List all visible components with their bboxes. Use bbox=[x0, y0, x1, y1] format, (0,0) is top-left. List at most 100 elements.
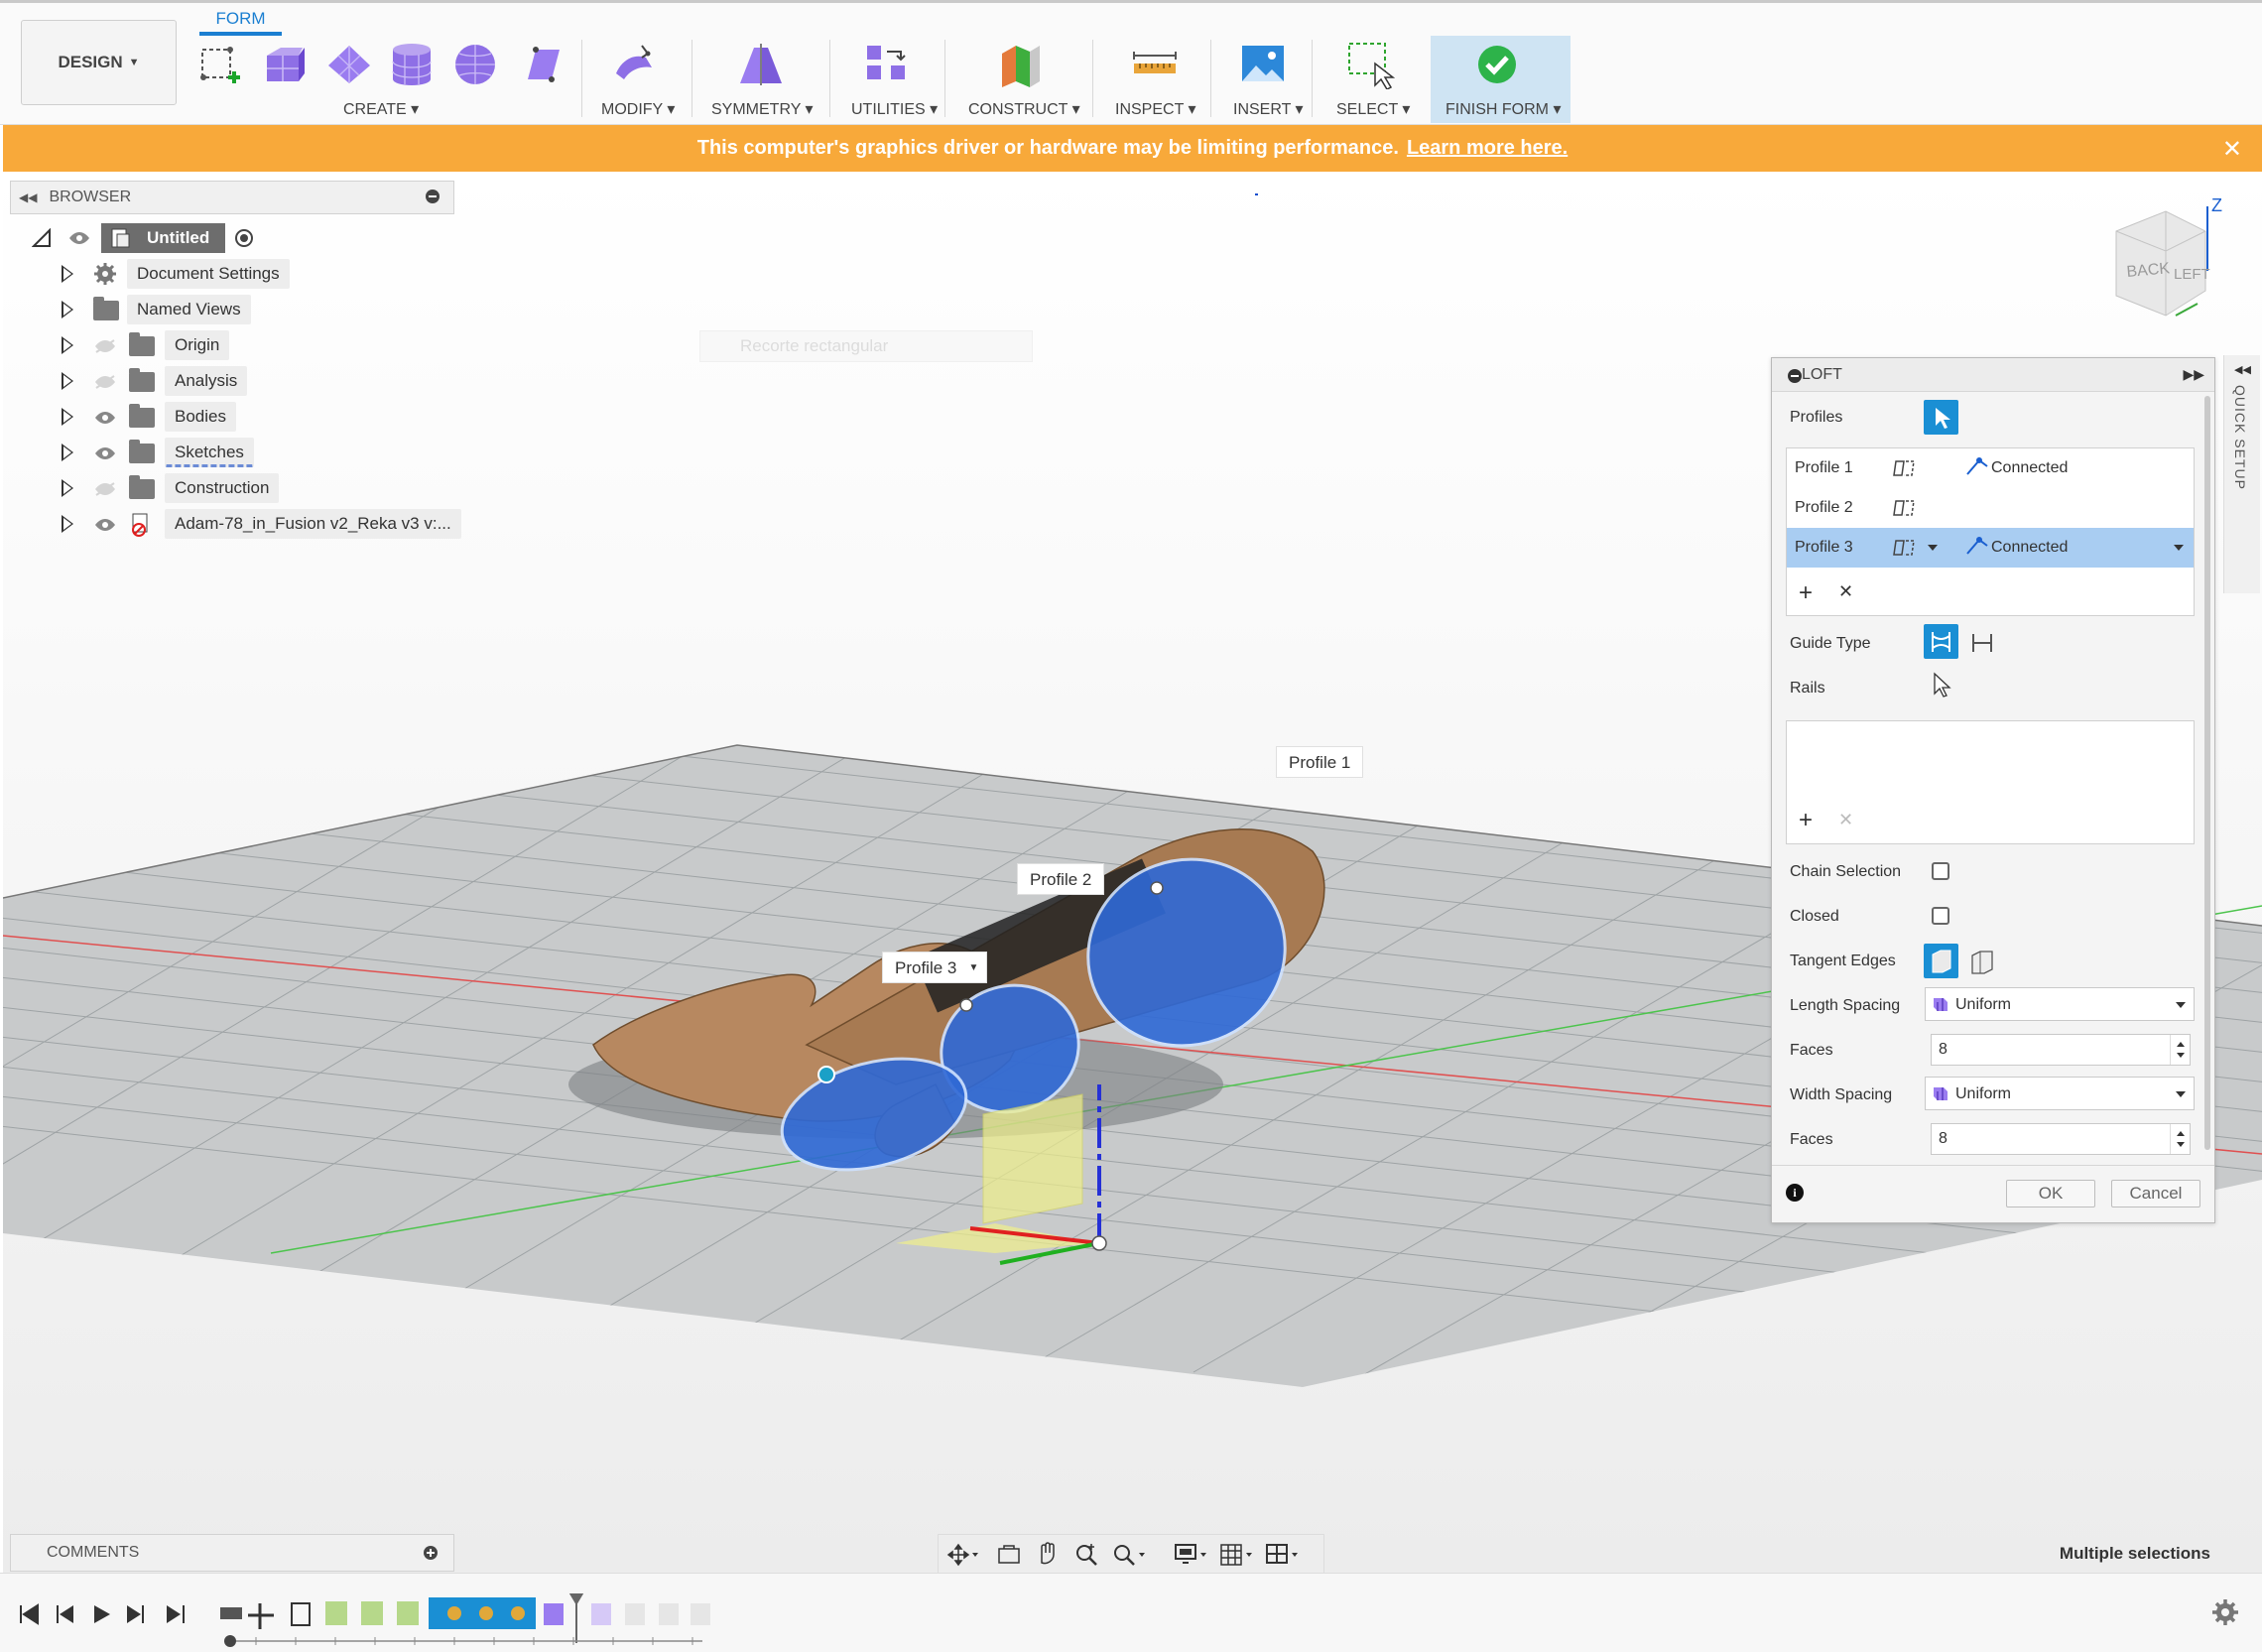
profile-2-label[interactable]: Profile 2 bbox=[1017, 863, 1105, 895]
plane-icon[interactable] bbox=[324, 40, 374, 89]
create-box-icon[interactable] bbox=[194, 40, 244, 89]
loft-scrollbar[interactable] bbox=[2204, 396, 2210, 1150]
go-to-start-icon[interactable] bbox=[18, 1603, 40, 1625]
display-settings-icon[interactable] bbox=[1173, 1541, 1210, 1569]
expand-arrow-icon[interactable] bbox=[62, 515, 73, 533]
eye-hidden-icon[interactable] bbox=[93, 374, 117, 390]
cylinder-icon[interactable] bbox=[387, 40, 437, 89]
add-comment-icon[interactable] bbox=[424, 1546, 438, 1560]
info-icon[interactable]: i bbox=[1786, 1184, 1804, 1202]
profiles-select-button[interactable] bbox=[1924, 400, 1958, 435]
step-back-icon[interactable] bbox=[54, 1603, 75, 1625]
ok-button[interactable]: OK bbox=[2006, 1180, 2095, 1207]
expand-arrow-icon[interactable] bbox=[62, 408, 73, 426]
eye-icon[interactable] bbox=[67, 230, 91, 246]
window-select-icon[interactable] bbox=[1345, 40, 1395, 89]
timeline-features[interactable] bbox=[216, 1593, 712, 1651]
quick-setup-tab[interactable]: ◀◀ QUICK SETUP bbox=[2223, 355, 2260, 593]
inspect-menu[interactable]: INSPECT ▾ bbox=[1115, 99, 1196, 119]
profile-row[interactable]: Profile 1 Connected bbox=[1787, 448, 2194, 488]
profile-endcondition-icon[interactable] bbox=[1892, 457, 1918, 479]
chain-selection-checkbox[interactable] bbox=[1932, 862, 1949, 880]
quadball-icon[interactable] bbox=[518, 40, 567, 89]
loft-dialog-header[interactable]: LOFT ▶▶ bbox=[1772, 358, 2214, 392]
step-forward-icon[interactable] bbox=[125, 1603, 147, 1625]
centerline-icon[interactable] bbox=[1968, 630, 1996, 656]
cancel-button[interactable]: Cancel bbox=[2111, 1180, 2200, 1207]
construct-icon[interactable] bbox=[996, 40, 1046, 89]
play-icon[interactable] bbox=[91, 1603, 113, 1625]
modify-menu[interactable]: MODIFY ▾ bbox=[601, 99, 675, 119]
profile-3-label[interactable]: Profile 3 ▼ bbox=[882, 952, 988, 983]
box-icon[interactable] bbox=[261, 40, 311, 89]
faces-width-input[interactable]: 8 bbox=[1931, 1123, 2191, 1155]
expand-arrow-icon[interactable] bbox=[62, 301, 73, 318]
expand-arrow-icon[interactable] bbox=[62, 372, 73, 390]
measure-icon[interactable] bbox=[1130, 40, 1180, 89]
minimize-icon[interactable] bbox=[426, 190, 440, 203]
profile-row-selected[interactable]: Profile 3 Connected bbox=[1787, 528, 2194, 568]
viewports-icon[interactable] bbox=[1264, 1541, 1304, 1569]
finish-form-menu[interactable]: FINISH FORM ▾ bbox=[1445, 99, 1561, 119]
browser-panel-header[interactable]: ◀◀ BROWSER bbox=[10, 181, 454, 214]
symmetry-icon[interactable] bbox=[736, 40, 786, 89]
expand-arrow-icon[interactable] bbox=[62, 479, 73, 497]
zoom-icon[interactable] bbox=[1073, 1541, 1099, 1569]
sphere-icon[interactable] bbox=[450, 40, 500, 89]
expand-arrow-icon[interactable] bbox=[62, 336, 73, 354]
profile-endcondition-icon[interactable] bbox=[1892, 497, 1918, 519]
profile-endcondition-icon[interactable] bbox=[1892, 537, 1918, 559]
orbit-icon[interactable] bbox=[946, 1543, 978, 1567]
expand-arrow-icon[interactable] bbox=[62, 444, 73, 461]
expand-arrow-icon[interactable] bbox=[62, 265, 73, 283]
symmetry-menu[interactable]: SYMMETRY ▾ bbox=[711, 99, 814, 119]
eye-icon[interactable] bbox=[93, 517, 117, 533]
zoom-window-icon[interactable] bbox=[1111, 1541, 1147, 1569]
faces-length-input[interactable]: 8 bbox=[1931, 1034, 2191, 1066]
tab-form[interactable]: FORM bbox=[199, 6, 282, 32]
eye-icon[interactable] bbox=[93, 445, 117, 461]
utilities-menu[interactable]: UTILITIES ▾ bbox=[851, 99, 938, 119]
timeline-settings-gear-icon[interactable] bbox=[2210, 1597, 2240, 1627]
go-to-end-icon[interactable] bbox=[165, 1603, 187, 1625]
guide-type-rails-button[interactable] bbox=[1924, 624, 1958, 659]
learn-more-link[interactable]: Learn more here. bbox=[1407, 137, 1568, 160]
profile-1-label[interactable]: Profile 1 bbox=[1276, 746, 1364, 778]
rails-list[interactable]: + ✕ bbox=[1786, 720, 2195, 844]
closed-checkbox[interactable] bbox=[1932, 907, 1949, 925]
cursor-icon[interactable] bbox=[1931, 672, 1954, 699]
profile-row[interactable]: Profile 2 bbox=[1787, 488, 2194, 528]
comments-panel-header[interactable]: COMMENTS bbox=[10, 1534, 454, 1572]
chevron-down-icon[interactable] bbox=[1928, 545, 1938, 551]
close-icon[interactable]: ✕ bbox=[2222, 135, 2242, 164]
expanded-triangle-icon[interactable] bbox=[32, 228, 52, 248]
tangent-edges-merge-button[interactable] bbox=[1924, 944, 1958, 978]
expand-right-icon[interactable]: ▶▶ bbox=[2183, 366, 2204, 383]
construct-menu[interactable]: CONSTRUCT ▾ bbox=[968, 99, 1080, 119]
length-spacing-dropdown[interactable]: Uniform bbox=[1925, 987, 2195, 1021]
faces-length-stepper[interactable] bbox=[2170, 1035, 2190, 1065]
remove-icon[interactable]: ✕ bbox=[1838, 581, 1853, 602]
eye-icon[interactable] bbox=[93, 410, 117, 426]
activate-radio-icon[interactable] bbox=[234, 228, 254, 248]
faces-width-stepper[interactable] bbox=[2170, 1124, 2190, 1154]
chevron-down-icon[interactable] bbox=[2174, 545, 2184, 551]
select-menu[interactable]: SELECT ▾ bbox=[1336, 99, 1410, 119]
collapse-left-icon[interactable]: ◀◀ bbox=[2234, 363, 2251, 376]
eye-hidden-icon[interactable] bbox=[93, 338, 117, 354]
create-menu[interactable]: CREATE ▾ bbox=[343, 99, 419, 119]
add-icon[interactable]: + bbox=[1799, 579, 1813, 607]
insert-image-icon[interactable] bbox=[1238, 40, 1288, 89]
eye-hidden-icon[interactable] bbox=[93, 481, 117, 497]
collapse-left-icon[interactable]: ◀◀ bbox=[19, 191, 37, 204]
insert-menu[interactable]: INSERT ▾ bbox=[1233, 99, 1304, 119]
width-spacing-dropdown[interactable]: Uniform bbox=[1925, 1077, 2195, 1110]
utilities-icon[interactable] bbox=[863, 40, 913, 89]
finish-form-checkmark-icon[interactable] bbox=[1472, 40, 1522, 89]
grid-settings-icon[interactable] bbox=[1218, 1541, 1256, 1569]
workspace-switcher-button[interactable]: DESIGN ▼ bbox=[21, 20, 177, 105]
add-icon[interactable]: + bbox=[1799, 807, 1813, 834]
minimize-icon[interactable] bbox=[1788, 369, 1802, 383]
pan-hand-icon[interactable] bbox=[1036, 1541, 1062, 1569]
look-at-icon[interactable] bbox=[996, 1543, 1022, 1567]
